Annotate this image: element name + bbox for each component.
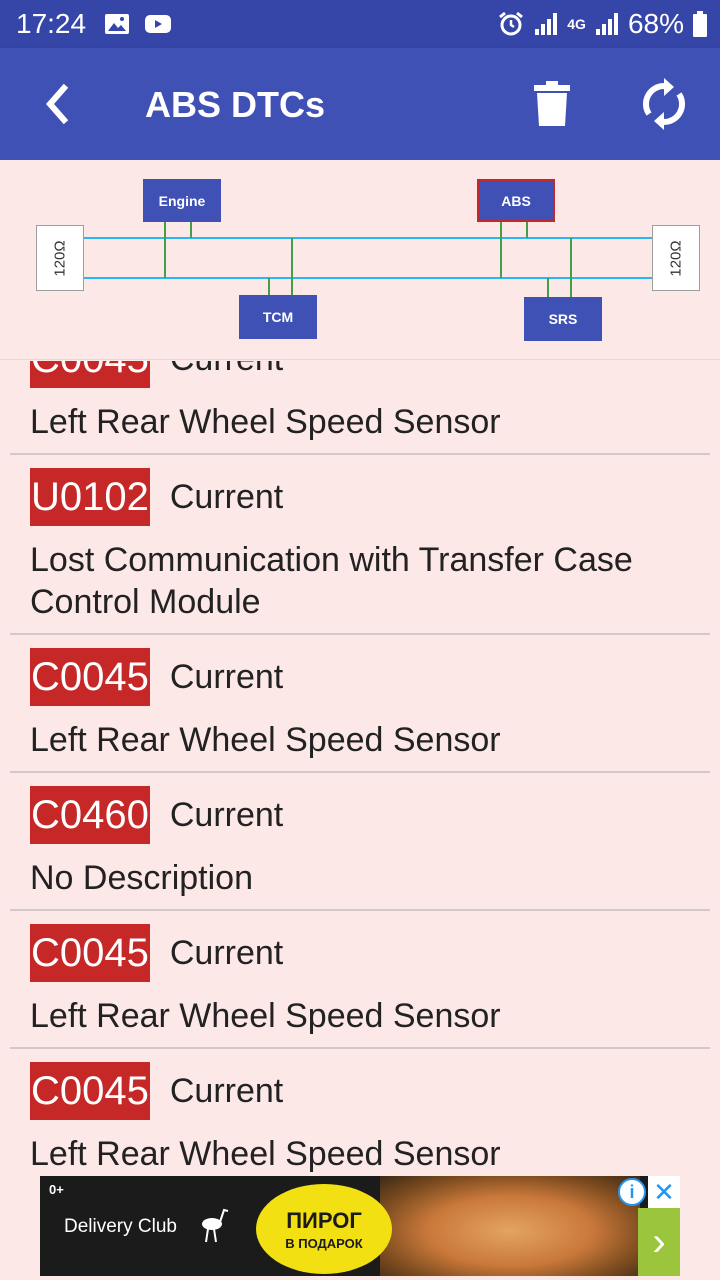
dtc-header: C0045 Current [30, 635, 710, 707]
signal-icon-2 [595, 13, 618, 35]
dtc-status: Current [169, 1071, 284, 1110]
gallery-icon [105, 14, 129, 34]
dtc-header: C0045 Current [30, 1049, 710, 1121]
app-bar: ABS DTCs [0, 48, 720, 160]
node-engine[interactable]: Engine [143, 179, 221, 222]
can-bus-diagram: 120Ω 120Ω Engine ABS TCM SRS [0, 160, 720, 360]
trash-icon [534, 81, 570, 126]
dtc-item[interactable]: C0045 Current Left Rear Wheel Speed Sens… [10, 1049, 710, 1173]
dtc-header: U0102 Current [30, 455, 710, 527]
dtc-description: Left Rear Wheel Speed Sensor [30, 1135, 501, 1173]
signal-icon [535, 13, 558, 35]
dtc-item[interactable]: C0460 Current No Description [10, 773, 710, 911]
ad-food-image [380, 1176, 640, 1276]
dtc-code: C0460 [30, 786, 150, 844]
ad-age-rating: 0+ [49, 1182, 64, 1197]
back-arrow-icon [46, 84, 69, 124]
status-bar: 17:24 4G 68% [0, 0, 720, 48]
dtc-item[interactable]: U0102 Current Lost Communication with Tr… [10, 455, 710, 635]
refresh-button[interactable] [636, 76, 692, 132]
delete-button[interactable] [526, 76, 578, 132]
node-abs[interactable]: ABS [477, 179, 555, 222]
status-notification-icons [104, 12, 172, 36]
dtc-status: Current [169, 657, 284, 696]
status-right: 4G 68% [497, 8, 708, 40]
terminator-left: 120Ω [36, 225, 84, 291]
youtube-icon [145, 15, 171, 33]
ad-info-icon[interactable]: i [618, 1178, 646, 1206]
refresh-icon [642, 78, 686, 130]
battery-percent: 68% [627, 8, 684, 39]
ad-subline: В ПОДАРОК [285, 1236, 363, 1251]
dtc-code: C0045 [30, 361, 150, 388]
dtc-description: Left Rear Wheel Speed Sensor [30, 997, 501, 1035]
dtc-list-content: C0045 Current Left Rear Wheel Speed Sens… [0, 361, 720, 1173]
ad-promo-bubble: ПИРОГ В ПОДАРОК [256, 1184, 392, 1274]
battery-icon [693, 11, 707, 37]
dtc-code: C0045 [30, 648, 150, 706]
dtc-status: Current [169, 795, 284, 834]
dtc-status: Current [169, 477, 284, 516]
alarm-icon [499, 11, 524, 36]
terminator-right: 120Ω [652, 225, 700, 291]
node-srs[interactable]: SRS [524, 297, 602, 341]
ad-brand-name: Delivery Club [64, 1216, 177, 1237]
dtc-code: C0045 [30, 1062, 150, 1120]
dtc-item[interactable]: C0045 Current Left Rear Wheel Speed Sens… [10, 361, 710, 455]
dtc-description: Left Rear Wheel Speed Sensor [30, 721, 501, 759]
dtc-header: C0045 Current [30, 911, 710, 983]
dtc-description: No Description [30, 859, 253, 897]
dtc-item[interactable]: C0045 Current Left Rear Wheel Speed Sens… [10, 635, 710, 773]
dtc-status: Current [170, 361, 283, 379]
terminator-right-label: 120Ω [667, 239, 685, 277]
page-title: ABS DTCs [145, 84, 326, 125]
terminator-left-label: 120Ω [51, 239, 69, 277]
bus-lines [84, 222, 652, 297]
ad-next-button[interactable]: › [638, 1208, 680, 1276]
dtc-status: Current [169, 933, 284, 972]
status-time: 17:24 [16, 8, 87, 39]
ad-headline: ПИРОГ [286, 1208, 362, 1233]
dtc-item[interactable]: C0045 Current Left Rear Wheel Speed Sens… [10, 911, 710, 1049]
dtc-header: C0045 Current [30, 361, 710, 389]
ad-banner[interactable]: 0+ Delivery Club ПИРОГ В ПОДАРОК › i ✕ [40, 1176, 680, 1276]
ad-close-button[interactable]: ✕ [648, 1176, 680, 1208]
dtc-list[interactable]: C0045 Current Left Rear Wheel Speed Sens… [0, 361, 720, 1173]
dtc-header: C0460 Current [30, 773, 710, 845]
dtc-code: C0045 [30, 924, 150, 982]
node-tcm[interactable]: TCM [239, 295, 317, 339]
dtc-description: Left Rear Wheel Speed Sensor [30, 403, 501, 441]
ostrich-logo-icon [202, 1208, 229, 1243]
dtc-description: Lost Communication with Transfer Case Co… [30, 541, 633, 621]
network-type-label: 4G [567, 16, 586, 32]
back-button[interactable] [30, 78, 82, 130]
dtc-code: U0102 [30, 468, 150, 526]
